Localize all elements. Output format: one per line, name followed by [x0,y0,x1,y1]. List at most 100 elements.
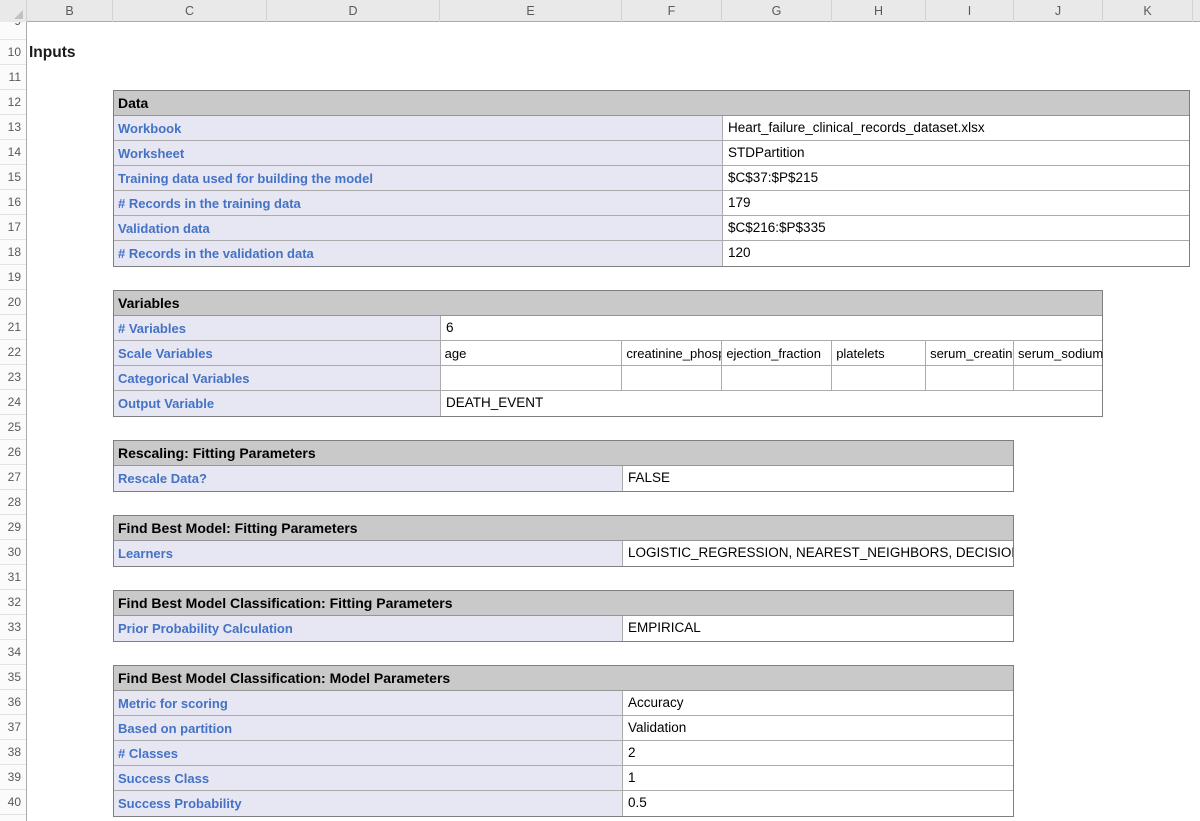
label-cell-scale-variables[interactable]: Scale Variables [114,341,441,365]
cell-categorical-variable-6[interactable] [1014,366,1102,390]
column-header-c[interactable]: C [113,0,267,22]
cell-scale-variable-1[interactable]: age [441,341,623,365]
select-all-corner[interactable] [0,0,27,22]
row-header-29[interactable]: 29 [0,515,26,540]
cell-categorical-variable-2[interactable] [622,366,722,390]
row-header-16[interactable]: 16 [0,190,26,215]
value-cell-metric-for-scoring[interactable]: Accuracy [623,691,1013,715]
value-cell-validation-data[interactable]: $C$216:$P$335 [723,216,1189,240]
column-header-h[interactable]: H [832,0,926,22]
table-fbmc-model: Find Best Model Classification: Model Pa… [113,665,1014,817]
section-header-data[interactable]: Data [114,91,1189,116]
row-header-10[interactable]: 10 [0,40,26,65]
table-find-best-model: Find Best Model: Fitting Parameters Lear… [113,515,1014,567]
column-header-i[interactable]: I [926,0,1014,22]
row-header-11[interactable]: 11 [0,65,26,90]
row-header-21[interactable]: 21 [0,315,26,340]
section-header-fbmc-model[interactable]: Find Best Model Classification: Model Pa… [114,666,1013,691]
cell-scale-variable-3[interactable]: ejection_fraction [722,341,832,365]
section-header-find-best-model[interactable]: Find Best Model: Fitting Parameters [114,516,1013,541]
label-cell-categorical-variables[interactable]: Categorical Variables [114,366,441,390]
label-cell-learners[interactable]: Learners [114,541,623,566]
row-header-38[interactable]: 38 [0,740,26,765]
value-cell-training-data[interactable]: $C$37:$P$215 [723,166,1189,190]
row-header-27[interactable]: 27 [0,465,26,490]
row-header-25[interactable]: 25 [0,415,26,440]
row-header-20[interactable]: 20 [0,290,26,315]
cell-scale-variable-4[interactable]: platelets [832,341,926,365]
value-cell-worksheet[interactable]: STDPartition [723,141,1189,165]
row-header-34[interactable]: 34 [0,640,26,665]
label-cell-rescale-data[interactable]: Rescale Data? [114,466,623,491]
label-cell-success-probability[interactable]: Success Probability [114,791,623,816]
section-header-variables[interactable]: Variables [114,291,1102,316]
row-header-12[interactable]: 12 [0,90,26,115]
value-cell-based-on-partition[interactable]: Validation [623,716,1013,740]
row-header-22[interactable]: 22 [0,340,26,365]
row-header-24[interactable]: 24 [0,390,26,415]
row-header-14[interactable]: 14 [0,140,26,165]
column-header-e[interactable]: E [440,0,622,22]
page-title[interactable]: Inputs [29,40,76,65]
cell-categorical-variable-3[interactable] [722,366,832,390]
cell-categorical-variable-1[interactable] [441,366,623,390]
column-header-b[interactable]: B [27,0,113,22]
select-all-triangle-icon [14,10,23,19]
label-cell-validation-records[interactable]: # Records in the validation data [114,241,723,266]
label-cell-metric-for-scoring[interactable]: Metric for scoring [114,691,623,715]
value-cell-validation-records[interactable]: 120 [723,241,1189,266]
label-cell-num-classes[interactable]: # Classes [114,741,623,765]
value-cell-output-variable[interactable]: DEATH_EVENT [441,391,1102,416]
value-cell-prior-probability[interactable]: EMPIRICAL [623,616,1013,641]
cell-scale-variable-2[interactable]: creatinine_phosphokinase [622,341,722,365]
row-header-32[interactable]: 32 [0,590,26,615]
table-row: Output Variable DEATH_EVENT [114,391,1102,416]
row-header-23[interactable]: 23 [0,365,26,390]
value-cell-num-classes[interactable]: 2 [623,741,1013,765]
row-header-18[interactable]: 18 [0,240,26,265]
label-cell-num-variables[interactable]: # Variables [114,316,441,340]
row-header-13[interactable]: 13 [0,115,26,140]
row-header-19[interactable]: 19 [0,265,26,290]
label-cell-validation-data[interactable]: Validation data [114,216,723,240]
row-header-40[interactable]: 40 [0,790,26,815]
value-cell-num-variables[interactable]: 6 [441,316,1102,340]
column-header-d[interactable]: D [267,0,440,22]
column-header-k[interactable]: K [1103,0,1193,22]
cell-scale-variable-6[interactable]: serum_sodium [1014,341,1102,365]
label-cell-prior-probability[interactable]: Prior Probability Calculation [114,616,623,641]
row-header-30[interactable]: 30 [0,540,26,565]
label-cell-success-class[interactable]: Success Class [114,766,623,790]
section-header-fbmc-fitting[interactable]: Find Best Model Classification: Fitting … [114,591,1013,616]
label-cell-workbook[interactable]: Workbook [114,116,723,140]
section-header-rescaling[interactable]: Rescaling: Fitting Parameters [114,441,1013,466]
row-header-9[interactable]: 9 [0,22,26,40]
label-cell-based-on-partition[interactable]: Based on partition [114,716,623,740]
column-header-f[interactable]: F [622,0,722,22]
label-cell-training-data[interactable]: Training data used for building the mode… [114,166,723,190]
row-header-31[interactable]: 31 [0,565,26,590]
value-cell-learners[interactable]: LOGISTIC_REGRESSION, NEAREST_NEIGHBORS, … [623,541,1013,566]
label-cell-training-records[interactable]: # Records in the training data [114,191,723,215]
value-cell-success-probability[interactable]: 0.5 [623,791,1013,816]
row-header-28[interactable]: 28 [0,490,26,515]
row-header-15[interactable]: 15 [0,165,26,190]
row-header-39[interactable]: 39 [0,765,26,790]
cell-categorical-variable-5[interactable] [926,366,1014,390]
cell-categorical-variable-4[interactable] [832,366,926,390]
label-cell-worksheet[interactable]: Worksheet [114,141,723,165]
row-header-37[interactable]: 37 [0,715,26,740]
column-header-g[interactable]: G [722,0,832,22]
value-cell-training-records[interactable]: 179 [723,191,1189,215]
value-cell-success-class[interactable]: 1 [623,766,1013,790]
row-header-26[interactable]: 26 [0,440,26,465]
label-cell-output-variable[interactable]: Output Variable [114,391,441,416]
row-header-36[interactable]: 36 [0,690,26,715]
row-header-35[interactable]: 35 [0,665,26,690]
cell-scale-variable-5[interactable]: serum_creatinine [926,341,1014,365]
column-header-j[interactable]: J [1014,0,1103,22]
value-cell-workbook[interactable]: Heart_failure_clinical_records_dataset.x… [723,116,1189,140]
value-cell-rescale-data[interactable]: FALSE [623,466,1013,491]
row-header-17[interactable]: 17 [0,215,26,240]
row-header-33[interactable]: 33 [0,615,26,640]
